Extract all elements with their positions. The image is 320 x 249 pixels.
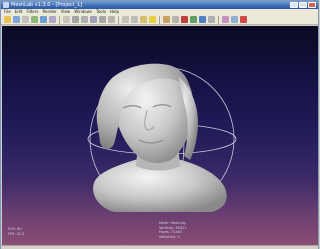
toolbar-separator [218,16,219,24]
flat-icon[interactable] [122,16,129,23]
measure-icon[interactable] [208,16,215,23]
viewport-canvas [87,63,237,212]
light-icon[interactable] [149,16,156,23]
selection-count-readout: Selection: 0 [159,234,180,239]
meshlab-window: MeshLab v1.3.0 - [Project_1] File Edit F… [0,0,319,249]
snapshot-icon[interactable] [49,16,56,23]
import-mesh-icon[interactable] [31,16,38,23]
window-controls [290,2,316,8]
close-project-icon[interactable] [22,16,29,23]
select-vertices-icon[interactable] [190,16,197,23]
3d-viewport[interactable]: FOV: 60 FPS: 22.5 Mesh: Head.ply Vertice… [2,26,318,245]
open-project-icon[interactable] [4,16,11,23]
export-mesh-icon[interactable] [40,16,47,23]
hidden-lines-icon[interactable] [99,16,106,23]
wireframe-icon[interactable] [90,16,97,23]
bounding-box-icon[interactable] [72,16,79,23]
main-toolbar [1,15,318,25]
meshlab-app-icon [3,2,9,8]
save-project-icon[interactable] [13,16,20,23]
manipulator-icon[interactable] [231,16,238,23]
points-icon[interactable] [81,16,88,23]
maximize-button[interactable] [299,2,307,8]
align-icon[interactable] [199,16,206,23]
fps-readout: FPS: 22.5 [8,231,25,236]
viewport-info-right: Mesh: Head.ply Vertices: 36021 Faces: 71… [159,221,186,239]
select-faces-icon[interactable] [181,16,188,23]
delete-icon[interactable] [240,16,247,23]
face-culling-icon[interactable] [163,16,170,23]
flat-lines-icon[interactable] [108,16,115,23]
status-bar [1,245,318,249]
paint-icon[interactable] [222,16,229,23]
window-title: MeshLab v1.3.0 - [Project_1] [11,2,83,8]
title-bar[interactable]: MeshLab v1.3.0 - [Project_1] [1,1,318,9]
texture-icon[interactable] [140,16,147,23]
minimize-button[interactable] [290,2,298,8]
toolbar-separator [159,16,160,24]
head-bust-model [93,63,227,212]
close-button[interactable] [308,2,316,8]
smooth-icon[interactable] [131,16,138,23]
color-mode-icon[interactable] [172,16,179,23]
toolbar-separator [59,16,60,24]
toolbar-separator [118,16,119,24]
mesh-name-readout: Mesh: Head.ply [159,221,187,225]
viewport-info-left: FOV: 60 FPS: 22.5 [8,227,24,236]
show-layers-icon[interactable] [63,16,70,23]
